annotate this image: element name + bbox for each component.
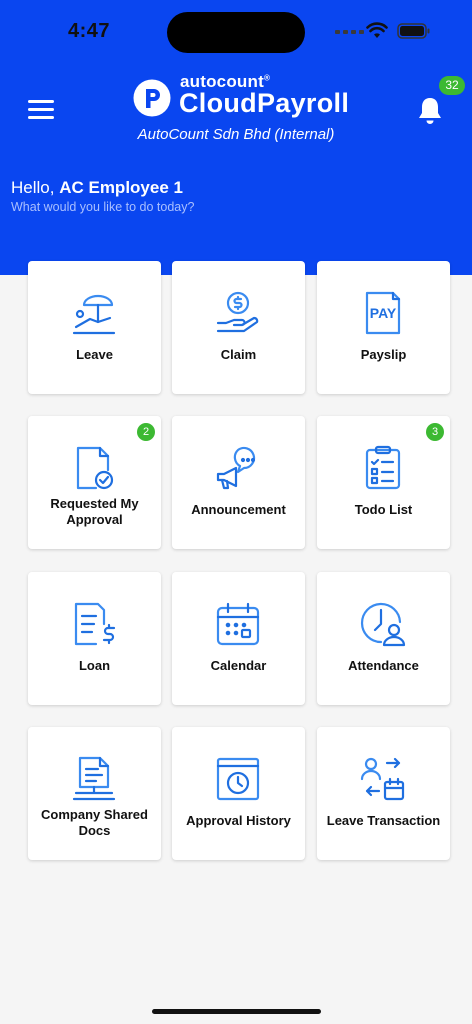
wifi-icon: [366, 22, 388, 38]
shared-docs-icon: [72, 756, 116, 801]
leave-icon: [72, 294, 116, 335]
battery-icon: [397, 23, 430, 39]
tile-todo-list-label: Todo List: [354, 502, 413, 517]
dynamic-island: [167, 12, 305, 53]
tile-payslip[interactable]: PAY Payslip: [317, 261, 450, 394]
tile-company-shared-docs-label: Company Shared Docs: [41, 807, 148, 838]
tile-requested-my-approval[interactable]: 2 Requested My Approval: [28, 416, 161, 549]
calendar-icon: [216, 602, 260, 646]
feature-grid: Leave Claim PAY Payslip 2 Requested My A…: [28, 261, 450, 861]
brand-cloudpayroll: CloudPayroll: [179, 88, 350, 118]
tile-attendance[interactable]: Attendance: [317, 572, 450, 705]
tile-loan[interactable]: Loan: [28, 572, 161, 705]
tile-announcement-label: Announcement: [191, 502, 286, 517]
greeting: Hello, AC Employee 1: [11, 178, 183, 198]
tile-leave[interactable]: Leave: [28, 261, 161, 394]
tile-announcement[interactable]: Announcement: [172, 416, 305, 549]
svg-text:PAY: PAY: [370, 305, 397, 321]
cellular-signal-icon: [335, 30, 364, 34]
app-header: 4:47 autocount® CloudPayroll AutoCount S…: [0, 0, 472, 275]
tile-requested-my-approval-badge: 2: [137, 423, 155, 441]
notification-count-badge: 32: [439, 76, 465, 95]
tile-loan-label: Loan: [78, 658, 111, 673]
approval-history-icon: [216, 757, 260, 801]
hamburger-menu-button[interactable]: [28, 98, 56, 120]
leave-transaction-icon: [360, 757, 405, 801]
tile-leave-transaction-label: Leave Transaction: [326, 813, 441, 828]
tile-payslip-label: Payslip: [360, 347, 407, 362]
tile-todo-list-badge: 3: [426, 423, 444, 441]
approval-request-icon: [76, 446, 114, 490]
loan-icon: [74, 602, 116, 646]
tile-company-shared-docs[interactable]: Company Shared Docs: [28, 727, 161, 860]
tile-approval-history-label: Approval History: [186, 813, 291, 828]
greeting-subtitle: What would you like to do today?: [11, 200, 195, 214]
notification-bell-icon[interactable]: [416, 96, 444, 126]
tile-claim[interactable]: Claim: [172, 261, 305, 394]
tile-claim-label: Claim: [220, 347, 257, 362]
greeting-user-name: AC Employee 1: [59, 178, 183, 197]
home-indicator[interactable]: [152, 1009, 321, 1014]
megaphone-icon: [216, 446, 256, 490]
tile-requested-my-approval-label: Requested My Approval: [50, 496, 139, 527]
tile-calendar-label: Calendar: [210, 658, 267, 673]
tile-attendance-label: Attendance: [348, 658, 419, 673]
cloudpayroll-logo-icon: [133, 79, 171, 117]
tile-todo-list[interactable]: 3 Todo List: [317, 416, 450, 549]
status-bar: 4:47: [0, 0, 472, 56]
payslip-icon: PAY: [365, 291, 401, 335]
greeting-hello: Hello,: [11, 178, 55, 197]
tile-leave-label: Leave: [76, 347, 113, 362]
tile-calendar[interactable]: Calendar: [172, 572, 305, 705]
tile-approval-history[interactable]: Approval History: [172, 727, 305, 860]
attendance-icon: [360, 602, 406, 647]
tile-leave-transaction[interactable]: Leave Transaction: [317, 727, 450, 860]
status-time: 4:47: [68, 20, 111, 42]
claim-icon: [216, 291, 259, 333]
checklist-icon: [365, 445, 401, 490]
company-name: AutoCount Sdn Bhd (Internal): [137, 126, 335, 143]
